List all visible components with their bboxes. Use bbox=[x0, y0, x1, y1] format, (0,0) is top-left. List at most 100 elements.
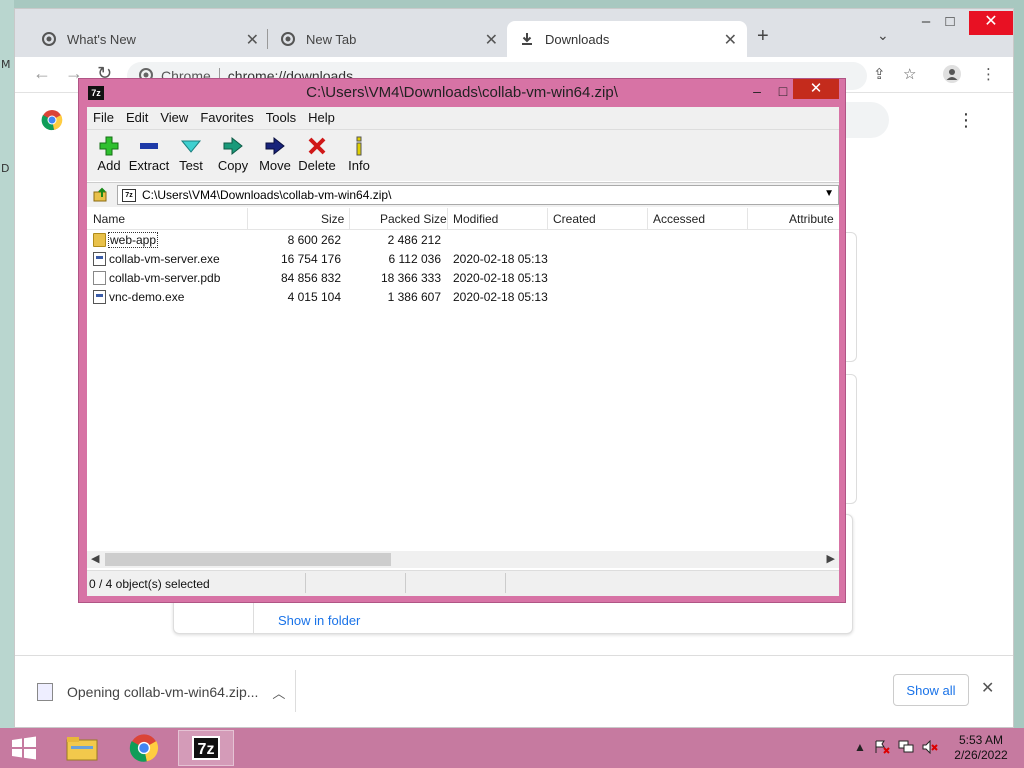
copy-button[interactable]: Copy bbox=[211, 134, 255, 173]
file-icon bbox=[93, 271, 106, 285]
system-clock[interactable]: 5:53 AM 2/26/2022 bbox=[950, 733, 1012, 763]
menu-help[interactable]: Help bbox=[302, 107, 341, 129]
path-combobox[interactable]: 7z C:\Users\VM4\Downloads\collab-vm-win6… bbox=[117, 185, 839, 205]
tab-search-chevron-icon[interactable]: ⌄ bbox=[877, 27, 889, 44]
dropdown-chevron-icon[interactable]: ▼ bbox=[824, 188, 834, 199]
chrome-logo-icon bbox=[41, 109, 63, 136]
chevron-up-icon[interactable]: ︿ bbox=[272, 683, 285, 702]
add-button[interactable]: Add bbox=[87, 134, 131, 173]
chrome-favicon-icon bbox=[41, 31, 57, 47]
add-label: Add bbox=[97, 158, 121, 173]
back-arrow-icon[interactable]: ← bbox=[33, 63, 51, 84]
column-divider[interactable] bbox=[547, 208, 548, 230]
network-icon[interactable] bbox=[898, 740, 916, 757]
window-title: C:\Users\VM4\Downloads\collab-vm-win64.z… bbox=[306, 84, 618, 101]
scroll-right-arrow-icon[interactable]: ▶ bbox=[827, 552, 835, 565]
column-divider[interactable] bbox=[647, 208, 648, 230]
shelf-divider bbox=[295, 670, 296, 712]
menu-edit[interactable]: Edit bbox=[120, 107, 154, 129]
file-explorer-icon[interactable] bbox=[54, 730, 110, 766]
column-divider[interactable] bbox=[247, 208, 248, 230]
info-button[interactable]: Info bbox=[337, 134, 381, 173]
move-button[interactable]: Move bbox=[253, 134, 297, 173]
downloads-menu-kebab-icon[interactable]: ⋮ bbox=[957, 110, 975, 131]
sevenzip-taskbar-icon[interactable]: 7z bbox=[178, 730, 234, 766]
col-created[interactable]: Created bbox=[553, 212, 596, 226]
scroll-left-arrow-icon[interactable]: ◀ bbox=[91, 552, 99, 565]
menu-view[interactable]: View bbox=[154, 107, 194, 129]
extract-minus-icon bbox=[127, 134, 171, 158]
table-row[interactable]: collab-vm-server.pdb 84 856 832 18 366 3… bbox=[87, 269, 839, 288]
menu-file[interactable]: File bbox=[87, 107, 120, 129]
desktop-edge: M D bbox=[0, 0, 14, 728]
col-size[interactable]: Size bbox=[321, 212, 344, 226]
download-card-edge bbox=[845, 232, 857, 362]
show-all-button[interactable]: Show all bbox=[893, 674, 969, 706]
download-card-edge bbox=[845, 374, 857, 504]
col-attribute[interactable]: Attribute bbox=[789, 212, 834, 226]
show-hidden-icons-icon[interactable]: ▲ bbox=[854, 740, 866, 754]
tab-new-tab[interactable]: New Tab ✕ bbox=[268, 21, 508, 57]
table-row[interactable]: collab-vm-server.exe 16 754 176 6 112 03… bbox=[87, 250, 839, 269]
executable-icon bbox=[93, 290, 106, 304]
column-divider[interactable] bbox=[349, 208, 350, 230]
col-accessed[interactable]: Accessed bbox=[653, 212, 705, 226]
tab-close-icon[interactable]: ✕ bbox=[724, 30, 737, 50]
menu-favorites[interactable]: Favorites bbox=[194, 107, 259, 129]
share-icon[interactable]: ⇪ bbox=[873, 65, 886, 83]
file-name: vnc-demo.exe bbox=[109, 290, 185, 304]
download-shelf: Opening collab-vm-win64.zip... ︿ Show al… bbox=[15, 655, 1013, 727]
windows-start-icon[interactable] bbox=[10, 736, 38, 760]
tab-close-icon[interactable]: ✕ bbox=[246, 30, 259, 50]
maximize-icon[interactable]: □ bbox=[935, 13, 965, 30]
profile-avatar-icon[interactable] bbox=[943, 65, 961, 87]
column-header: Name Size Packed Size Modified Created A… bbox=[87, 208, 839, 230]
file-modified: 2020-02-18 05:13 bbox=[453, 271, 548, 285]
volume-muted-icon[interactable] bbox=[922, 739, 938, 757]
col-packed-size[interactable]: Packed Size bbox=[380, 212, 447, 226]
tab-downloads[interactable]: Downloads ✕ bbox=[507, 21, 747, 57]
file-packed-size: 6 112 036 bbox=[388, 252, 442, 266]
table-row[interactable]: web-app 8 600 262 2 486 212 bbox=[87, 231, 839, 250]
maximize-icon[interactable]: □ bbox=[771, 83, 795, 99]
bookmark-star-icon[interactable]: ☆ bbox=[903, 65, 916, 83]
tab-label: What's New bbox=[67, 31, 136, 47]
close-shelf-icon[interactable]: ✕ bbox=[981, 678, 994, 698]
new-tab-plus-icon[interactable]: + bbox=[757, 25, 769, 48]
minimize-icon[interactable]: – bbox=[745, 83, 769, 99]
file-packed-size: 2 486 212 bbox=[387, 233, 441, 247]
close-window-icon[interactable]: ✕ bbox=[793, 79, 839, 99]
column-divider[interactable] bbox=[447, 208, 448, 230]
desktop-mark-d: D bbox=[1, 162, 10, 175]
info-label: Info bbox=[348, 158, 370, 173]
clock-time: 5:53 AM bbox=[958, 733, 1004, 747]
download-shelf-item[interactable]: Opening collab-vm-win64.zip... ︿ bbox=[37, 674, 297, 710]
chrome-taskbar-icon[interactable] bbox=[116, 730, 172, 766]
file-packed-size: 1 386 607 bbox=[387, 290, 441, 304]
folder-up-icon[interactable] bbox=[93, 187, 109, 208]
tab-close-icon[interactable]: ✕ bbox=[485, 30, 498, 50]
tab-label: New Tab bbox=[306, 31, 357, 47]
path-text: C:\Users\VM4\Downloads\collab-vm-win64.z… bbox=[142, 188, 392, 202]
menu-kebab-icon[interactable]: ⋮ bbox=[981, 65, 996, 83]
folder-icon bbox=[93, 233, 106, 247]
show-in-folder-link[interactable]: Show in folder bbox=[278, 613, 360, 628]
column-divider[interactable] bbox=[747, 208, 748, 230]
copy-label: Copy bbox=[217, 158, 249, 173]
sevenzip-window: 7z C:\Users\VM4\Downloads\collab-vm-win6… bbox=[78, 78, 846, 603]
col-modified[interactable]: Modified bbox=[453, 212, 498, 226]
test-button[interactable]: Test bbox=[169, 134, 213, 173]
col-name[interactable]: Name bbox=[93, 212, 125, 226]
scrollbar-thumb[interactable] bbox=[105, 553, 391, 566]
tab-whats-new[interactable]: What's New ✕ bbox=[29, 21, 269, 57]
move-arrow-icon bbox=[253, 134, 297, 158]
table-row[interactable]: vnc-demo.exe 4 015 104 1 386 607 2020-02… bbox=[87, 288, 839, 307]
file-name: collab-vm-server.pdb bbox=[109, 271, 221, 285]
menu-tools[interactable]: Tools bbox=[260, 107, 302, 129]
close-window-icon[interactable]: ✕ bbox=[969, 11, 1013, 35]
action-center-flag-icon[interactable] bbox=[874, 740, 890, 757]
delete-button[interactable]: Delete bbox=[295, 134, 339, 173]
extract-button[interactable]: Extract bbox=[127, 134, 171, 173]
file-size: 4 015 104 bbox=[287, 290, 341, 304]
horizontal-scrollbar[interactable]: ◀ ▶ bbox=[87, 551, 839, 568]
